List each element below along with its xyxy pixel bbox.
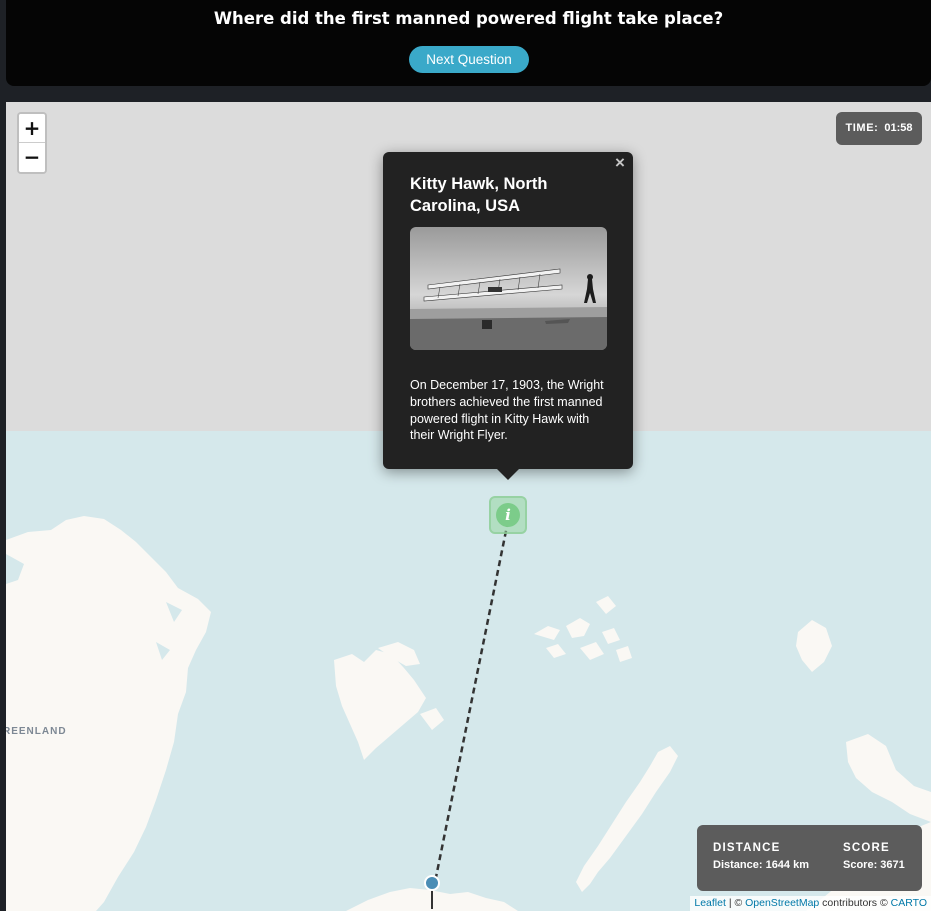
- score-value: Score: 3671: [843, 859, 905, 871]
- popup-tip: [497, 469, 519, 480]
- answer-popup: × Kitty Hawk, North Carolina, USA On Dec…: [383, 152, 633, 480]
- popup-title: Kitty Hawk, North Carolina, USA: [410, 175, 548, 215]
- carto-link[interactable]: CARTO: [891, 897, 927, 909]
- timer-label: TIME:: [845, 122, 879, 134]
- distance-value: Distance: 1644 km: [713, 859, 809, 871]
- distance-header: DISTANCE: [713, 842, 781, 854]
- top-bar: Where did the first manned powered fligh…: [6, 0, 931, 86]
- attribution-separator: | ©: [725, 897, 746, 909]
- map-label-greenland: REENLAND: [6, 726, 67, 737]
- map-attribution: Leaflet | © OpenStreetMap contributors ©…: [690, 896, 931, 911]
- osm-link[interactable]: OpenStreetMap: [745, 897, 819, 909]
- info-icon: i: [496, 503, 520, 527]
- zoom-out-button[interactable]: −: [19, 143, 45, 172]
- question-text: Where did the first manned powered fligh…: [213, 9, 724, 28]
- score-header: SCORE: [843, 842, 890, 854]
- stats-panel: DISTANCE Distance: 1644 km SCORE Score: …: [697, 825, 922, 891]
- answer-marker[interactable]: i: [489, 496, 527, 534]
- popup-description: On December 17, 1903, the Wright brother…: [410, 378, 604, 443]
- wright-flyer-photo: [410, 227, 607, 350]
- zoom-control: + −: [17, 112, 47, 174]
- guess-pin-icon[interactable]: [423, 875, 441, 911]
- popup-close-icon[interactable]: ×: [612, 154, 628, 171]
- next-question-button[interactable]: Next Question: [409, 46, 529, 73]
- attribution-contributors: contributors ©: [819, 897, 891, 909]
- map-view[interactable]: REENLAND + − TIME: 01:58 × Kitty Hawk, No…: [6, 102, 931, 911]
- zoom-in-button[interactable]: +: [19, 114, 45, 143]
- timer-value: 01:58: [884, 122, 913, 134]
- leaflet-link[interactable]: Leaflet: [694, 897, 726, 909]
- timer-badge: TIME: 01:58: [836, 112, 922, 145]
